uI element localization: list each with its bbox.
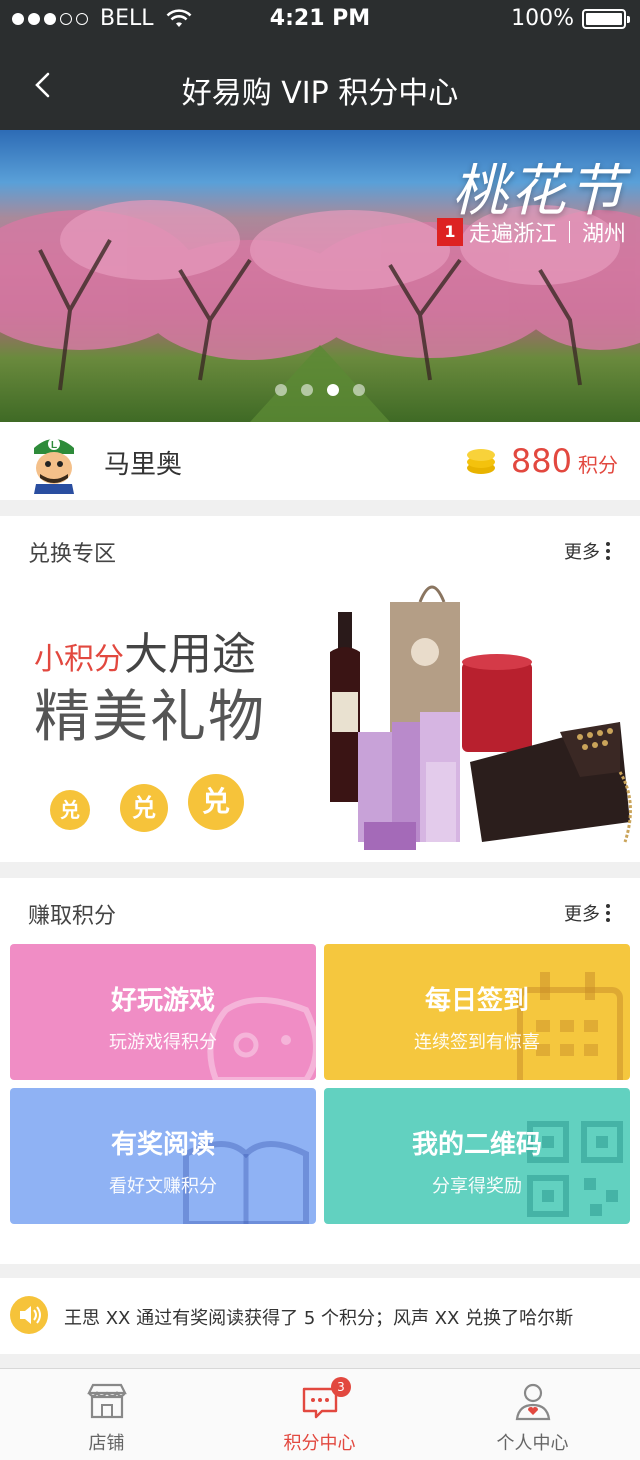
more-dots-icon <box>606 542 610 560</box>
tab-label: 店铺 <box>88 1433 125 1454</box>
exchange-coin: 兑 <box>50 790 90 830</box>
notification-badge: 3 <box>331 1377 351 1397</box>
banner-subtitle-right: 湖州 <box>581 222 626 247</box>
ticker-text: 王思 XX 通过有奖阅读获得了 5 个积分；风声 XX 兑换了哈尔斯 <box>64 1308 574 1329</box>
calendar-icon <box>517 972 623 1080</box>
card-games[interactable]: 好玩游戏 玩游戏得积分 <box>10 944 316 1080</box>
gift-products-image[interactable] <box>320 572 640 862</box>
card-daily-checkin[interactable]: 每日签到 连续签到有惊喜 <box>324 944 630 1080</box>
status-bar: BELL 4:21 PM 100% <box>0 0 640 40</box>
points-unit: 积分 <box>578 453 618 477</box>
exchange-coin: 兑 <box>188 774 244 830</box>
card-title: 好玩游戏 <box>110 986 215 1016</box>
tab-label: 积分中心 <box>283 1433 356 1454</box>
tab-bar: 店铺 3 积分中心 个人中心 <box>0 1368 640 1460</box>
carousel-dot[interactable] <box>275 384 287 396</box>
more-label: 更多 <box>564 542 600 563</box>
coins-icon <box>466 449 495 474</box>
banner-subtitle-left: 走遍浙江 <box>468 222 557 247</box>
card-subtitle: 分享得奖励 <box>432 1176 522 1197</box>
card-subtitle: 玩游戏得积分 <box>109 1032 217 1053</box>
card-title: 有奖阅读 <box>110 1130 215 1160</box>
tab-profile[interactable]: 个人中心 <box>426 1369 639 1460</box>
activity-ticker[interactable]: 王思 XX 通过有奖阅读获得了 5 个积分；风声 XX 兑换了哈尔斯 <box>0 1278 640 1354</box>
banner-title: 桃花节 <box>452 159 626 224</box>
carousel-indicator <box>0 384 640 396</box>
tab-label: 个人中心 <box>496 1433 569 1454</box>
carousel-dot[interactable] <box>301 384 313 396</box>
avatar[interactable]: L <box>30 430 78 494</box>
card-title: 每日签到 <box>424 986 529 1016</box>
earn-header: 赚取积分 <box>28 904 117 929</box>
battery-percent: 100% <box>511 6 574 31</box>
earn-points-section: 赚取积分 更多 好玩游戏 玩游戏得积分 每日签到 连续签到有惊喜 有奖阅读 看好… <box>0 878 640 1264</box>
promo-banner[interactable]: 桃花节 1 走遍浙江 湖州 <box>0 130 640 422</box>
carousel-dot-active[interactable] <box>327 384 339 396</box>
header: BELL 4:21 PM 100% 好易购 VIP 积分中心 <box>0 0 640 130</box>
nav-bar: 好易购 VIP 积分中心 <box>0 40 640 130</box>
exchange-header: 兑换专区 <box>28 542 117 567</box>
battery-icon <box>582 8 630 29</box>
earn-more-button[interactable]: 更多 <box>564 900 610 926</box>
card-subtitle: 连续签到有惊喜 <box>414 1032 540 1053</box>
tab-store[interactable]: 店铺 <box>0 1369 213 1460</box>
user-summary: L 马里奥 880 积分 <box>0 422 640 500</box>
svg-text:L: L <box>51 440 57 451</box>
username: 马里奥 <box>104 450 183 480</box>
exchange-more-button[interactable]: 更多 <box>564 538 610 564</box>
more-dots-icon <box>606 904 610 922</box>
points-value: 880 <box>510 442 572 480</box>
exchange-section: 兑换专区 更多 小积分大用途 精美礼物 兑 兑 兑 <box>0 516 640 862</box>
banner-subtitle: 1 走遍浙江 湖州 <box>436 216 626 248</box>
page-title: 好易购 VIP 积分中心 <box>181 76 459 111</box>
promo-subheadline: 精美礼物 <box>34 685 266 750</box>
tab-points-center[interactable]: 3 积分中心 <box>213 1369 426 1460</box>
haoyigou-badge: 1 <box>436 218 463 246</box>
divider <box>568 221 570 243</box>
card-qr-code[interactable]: 我的二维码 分享得奖励 <box>324 1088 630 1224</box>
card-title: 我的二维码 <box>411 1130 542 1160</box>
carousel-dot[interactable] <box>353 384 365 396</box>
battery-status: 100% <box>511 6 630 31</box>
person-icon <box>515 1383 550 1421</box>
speaker-icon <box>10 1296 48 1334</box>
exchange-coin: 兑 <box>120 784 168 832</box>
more-label: 更多 <box>564 904 600 925</box>
store-icon <box>86 1383 127 1419</box>
card-reading[interactable]: 有奖阅读 看好文赚积分 <box>10 1088 316 1224</box>
card-subtitle: 看好文赚积分 <box>109 1176 217 1197</box>
points-balance[interactable]: 880 积分 <box>465 442 618 480</box>
